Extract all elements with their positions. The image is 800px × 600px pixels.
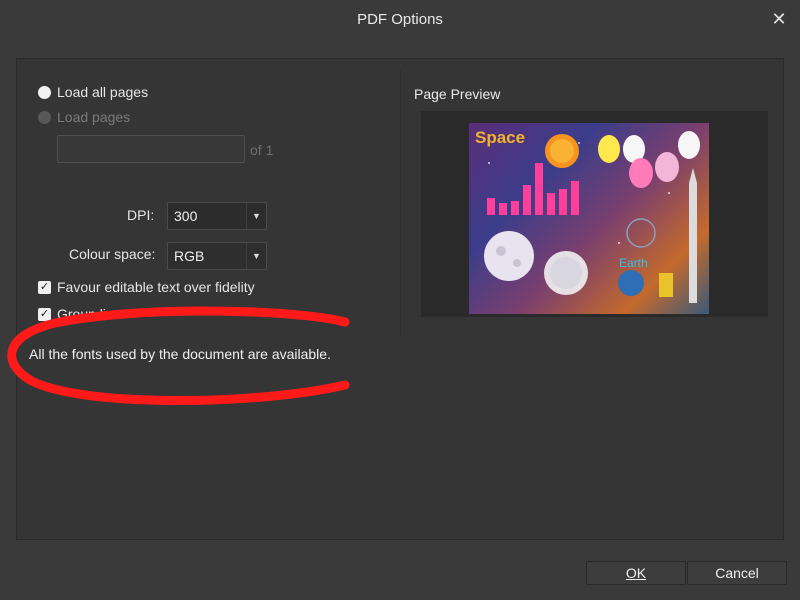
poster-earth-label: Earth	[619, 256, 648, 270]
load-all-pages-label: Load all pages	[57, 84, 149, 100]
radio-selected-icon	[38, 85, 51, 99]
ok-button[interactable]: OK	[586, 561, 686, 585]
close-icon: ✕	[771, 8, 787, 29]
dpi-label: DPI:	[127, 207, 155, 223]
title-bar: PDF Options ✕	[0, 0, 800, 38]
group-lines-label: Group li	[57, 306, 107, 322]
space-poster-graphic: Space Earth	[475, 128, 700, 303]
page-preview-image: Space Earth	[469, 123, 709, 314]
colour-space-value: RGB	[174, 248, 205, 264]
close-button[interactable]: ✕	[766, 6, 792, 32]
favour-editable-checkbox[interactable]: ✓ Favour editable text over fidelity	[38, 279, 255, 295]
preview-title: Page Preview	[414, 86, 501, 102]
cancel-button-label: Cancel	[715, 565, 759, 581]
dpi-combo[interactable]: 300 ▼	[167, 202, 267, 230]
preview-area: Space Earth	[421, 111, 768, 317]
favour-editable-label: Favour editable text over fidelity	[57, 279, 255, 295]
fonts-status-message: All the fonts used by the document are a…	[29, 346, 331, 362]
page-count-label: of 1	[250, 142, 274, 158]
colour-space-label: Colour space:	[69, 246, 156, 262]
ok-button-label: OK	[625, 565, 647, 581]
chevron-down-icon: ▼	[246, 243, 266, 269]
load-all-pages-radio[interactable]: Load all pages	[38, 84, 148, 100]
chevron-down-icon[interactable]: ▼	[246, 203, 266, 229]
preview-panel: Page Preview Space Earth	[400, 70, 784, 336]
pages-input[interactable]	[57, 135, 245, 163]
colour-space-select[interactable]: RGB ▼	[167, 242, 267, 270]
group-lines-checkbox[interactable]: ✓ Group li	[38, 306, 106, 322]
load-pages-label: Load pages	[57, 109, 131, 125]
dpi-value: 300	[174, 208, 198, 224]
radio-unselected-icon	[38, 110, 51, 124]
window-title: PDF Options	[357, 10, 443, 28]
cancel-button[interactable]: Cancel	[687, 561, 787, 585]
load-pages-radio[interactable]: Load pages	[38, 109, 130, 125]
checkmark-icon: ✓	[38, 307, 51, 321]
poster-heading: Space	[475, 128, 525, 147]
checkmark-icon: ✓	[38, 280, 51, 294]
